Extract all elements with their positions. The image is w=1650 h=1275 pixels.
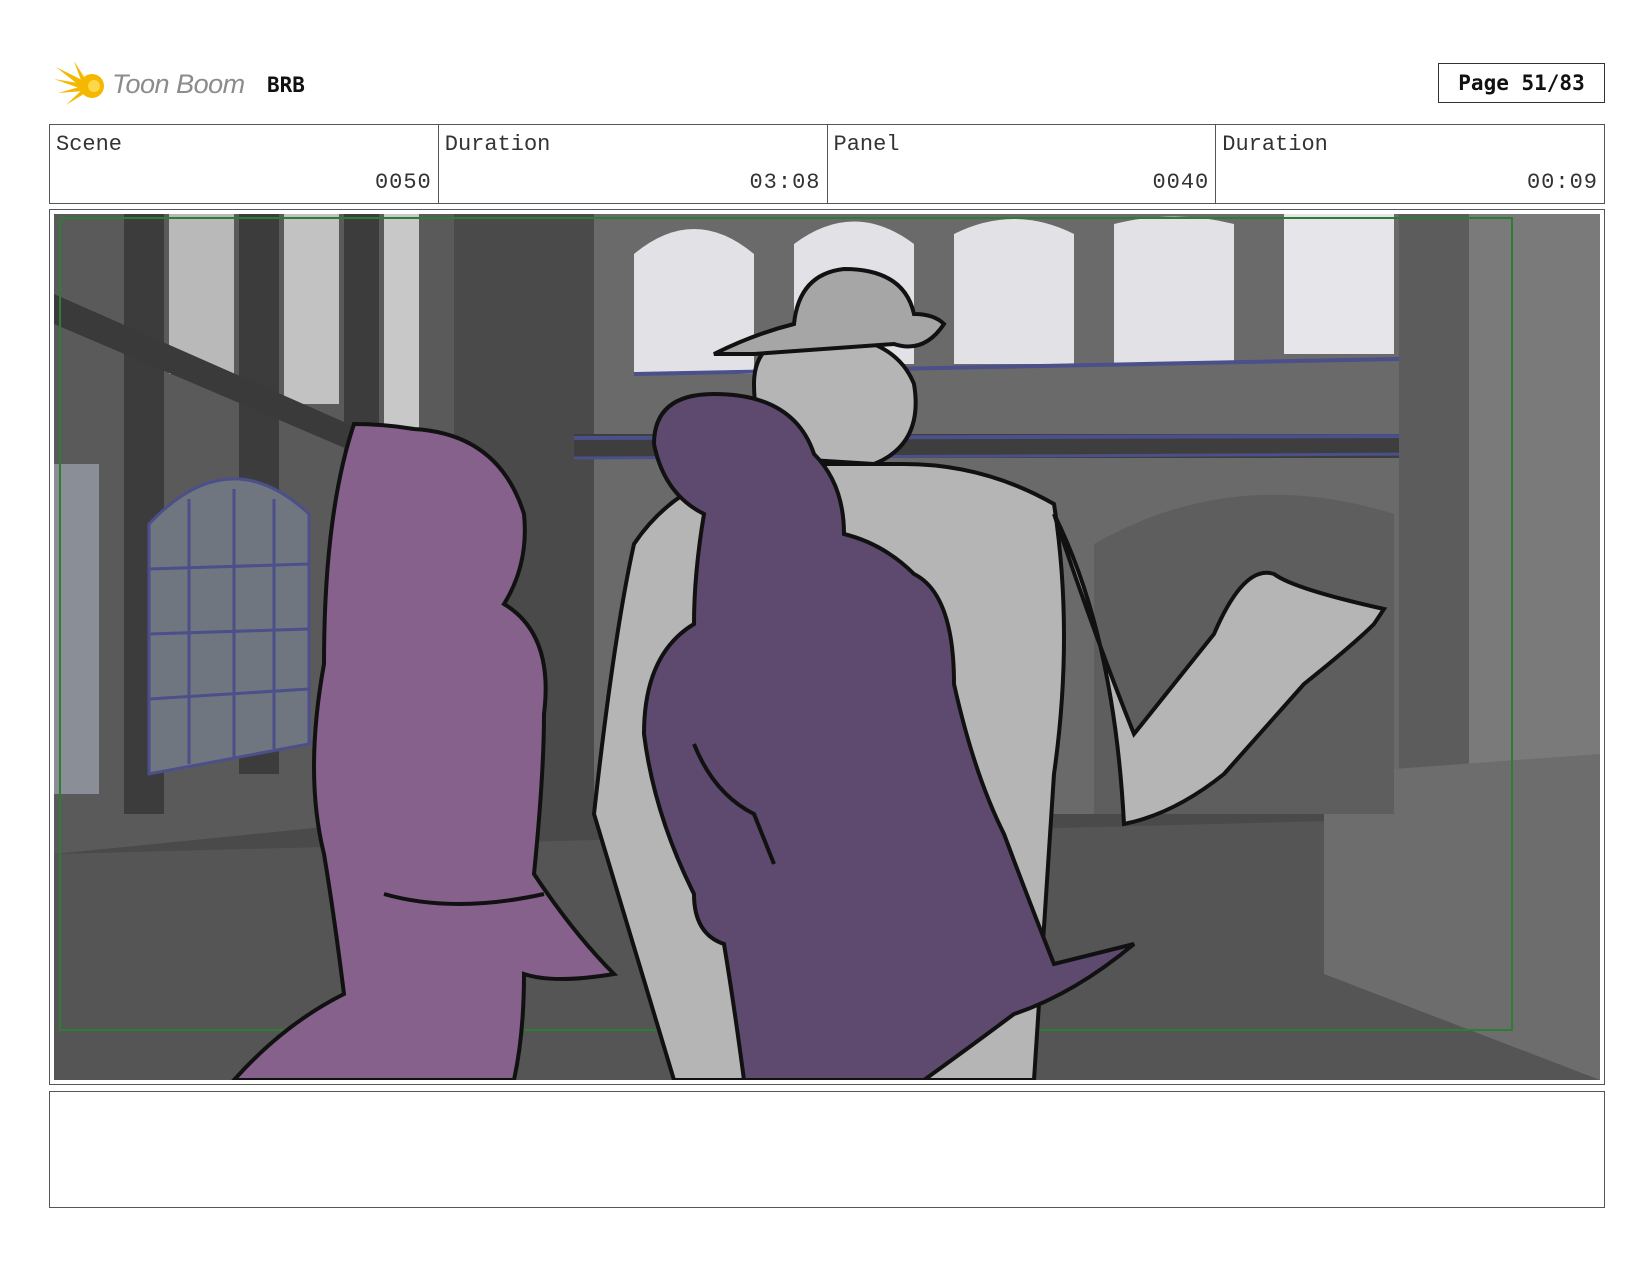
scene-cell: Scene 0050 [50,125,439,203]
sunburst-logo-icon [54,61,104,105]
panel-label: Panel [833,132,900,157]
project-name: BRB [267,73,305,97]
page-number-box: Page 51/83 [1438,63,1605,103]
scene-duration-cell: Duration 03:08 [439,125,828,203]
panel-notes-box [49,1091,1605,1208]
scene-label: Scene [56,132,123,157]
storyboard-sketch-image [54,214,1600,1080]
panel-duration-label: Duration [1222,132,1328,157]
panel-cell: Panel 0040 [828,125,1217,203]
panel-duration-value: 00:09 [1526,170,1598,195]
panel-value: 0040 [1152,170,1210,195]
toon-boom-logo: Toon Boom [54,58,254,110]
storyboard-panel [49,209,1605,1085]
scene-duration-value: 03:08 [749,170,821,195]
panel-info-row: Scene 0050 Duration 03:08 Panel 0040 Dur… [49,124,1605,204]
scene-value: 0050 [374,170,432,195]
page-header: Toon Boom BRB Page 51/83 [50,52,1605,112]
panel-duration-cell: Duration 00:09 [1216,125,1604,203]
logo-wordmark: Toon Boom [112,68,245,99]
scene-duration-label: Duration [444,132,551,157]
